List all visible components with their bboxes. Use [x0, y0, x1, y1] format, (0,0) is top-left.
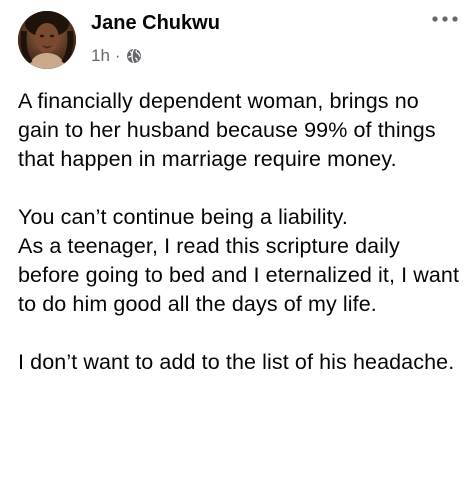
post-meta: 1h ·: [91, 45, 142, 67]
profile-photo-icon: [18, 11, 76, 69]
post-paragraph: You can’t continue being a liability. As…: [18, 205, 460, 316]
post-paragraph: I don’t want to add to the list of his h…: [18, 350, 455, 374]
post-body: A financially dependent woman, brings no…: [18, 87, 464, 377]
facebook-post: Jane Chukwu 1h · A financially dependent…: [0, 0, 471, 501]
meta-separator: ·: [114, 46, 121, 65]
author-avatar[interactable]: [18, 11, 76, 69]
post-paragraph: A financially dependent woman, brings no…: [18, 89, 436, 171]
more-options-icon: [432, 16, 458, 22]
post-timestamp[interactable]: 1h: [91, 46, 110, 66]
post-header: Jane Chukwu 1h ·: [0, 0, 471, 80]
globe-icon[interactable]: [126, 48, 142, 64]
author-name[interactable]: Jane Chukwu: [91, 12, 220, 35]
more-options-button[interactable]: [427, 8, 463, 30]
